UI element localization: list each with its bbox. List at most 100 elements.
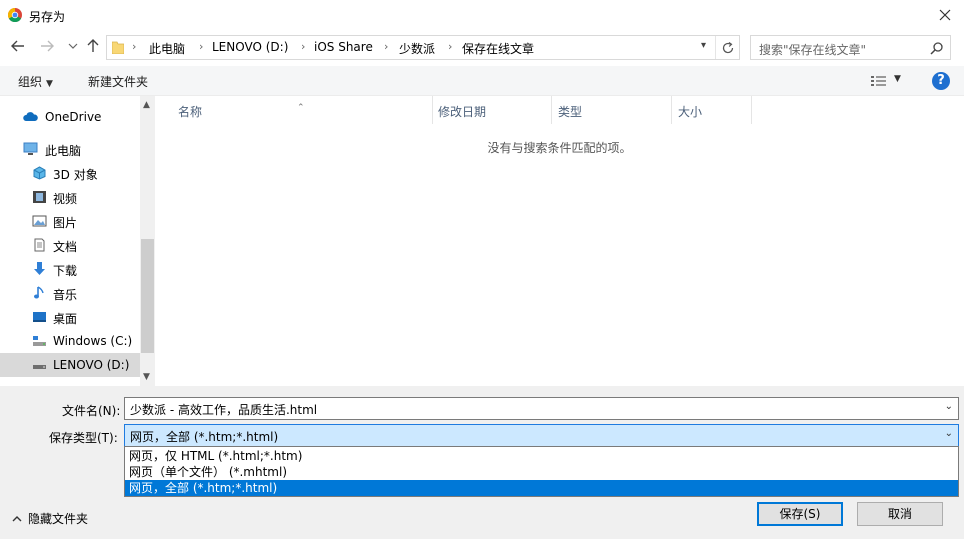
sidebar-item-3d-objects[interactable]: 3D 对象 bbox=[0, 161, 140, 185]
navigation-scrollbar[interactable]: ▲ ▼ bbox=[140, 96, 155, 386]
caret-down-icon: ▼ bbox=[894, 74, 901, 84]
file-list: ⌃ 名称 修改日期 类型 大小 没有与搜索条件匹配的项。 bbox=[155, 96, 964, 386]
filetype-value: 网页，全部 (*.htm;*.html) bbox=[130, 430, 279, 444]
column-modified[interactable]: 修改日期 bbox=[438, 103, 486, 120]
scroll-up-icon[interactable]: ▲ bbox=[143, 100, 150, 110]
chevron-down-icon[interactable]: ⌄ bbox=[945, 428, 953, 439]
document-icon bbox=[34, 238, 45, 252]
chevron-down-icon[interactable]: ⌄ bbox=[945, 401, 953, 412]
command-toolbar: 组织 ▼ 新建文件夹 ▼ ? bbox=[0, 66, 964, 96]
hide-folders-label: 隐藏文件夹 bbox=[28, 512, 89, 526]
back-button[interactable] bbox=[9, 38, 27, 56]
cube-icon bbox=[33, 166, 46, 180]
sidebar-item-music[interactable]: 音乐 bbox=[0, 281, 140, 305]
sidebar-item-label: 视频 bbox=[53, 192, 78, 206]
breadcrumb-drive-d[interactable]: LENOVO (D:) bbox=[212, 40, 288, 54]
organize-menu[interactable]: 组织 ▼ bbox=[18, 73, 53, 90]
column-divider[interactable] bbox=[551, 96, 552, 124]
breadcrumb-separator: › bbox=[448, 40, 453, 53]
filetype-select[interactable]: 网页，全部 (*.htm;*.html) ⌄ bbox=[124, 424, 959, 447]
arrow-right-icon bbox=[41, 40, 54, 52]
filetype-option-complete[interactable]: 网页，全部 (*.htm;*.html) bbox=[125, 480, 958, 496]
navigation-pane: OneDrive 此电脑 3D 对象 视频 图片 文档 下载 音乐 桌面 Win… bbox=[0, 96, 155, 386]
download-icon bbox=[34, 262, 45, 275]
sidebar-item-lenovo-d[interactable]: LENOVO (D:) bbox=[0, 353, 140, 377]
sidebar-item-windows-c[interactable]: Windows (C:) bbox=[0, 329, 140, 353]
hide-folders-toggle[interactable]: 隐藏文件夹 bbox=[12, 510, 88, 527]
up-button[interactable] bbox=[84, 38, 102, 56]
sidebar-item-pictures[interactable]: 图片 bbox=[0, 209, 140, 233]
column-divider[interactable] bbox=[432, 96, 433, 124]
drive-d-icon bbox=[33, 365, 46, 369]
title-bar: 另存为 bbox=[0, 0, 964, 30]
desktop-icon bbox=[33, 312, 46, 322]
save-button[interactable]: 保存(S) bbox=[757, 502, 843, 526]
scroll-down-icon[interactable]: ▼ bbox=[143, 372, 150, 382]
navigation-bar: › 此电脑 › LENOVO (D:) › iOS Share › 少数派 › … bbox=[0, 30, 964, 66]
column-divider[interactable] bbox=[671, 96, 672, 124]
breadcrumb-separator: › bbox=[384, 40, 389, 53]
music-icon bbox=[34, 286, 44, 299]
empty-message: 没有与搜索条件匹配的项。 bbox=[487, 141, 632, 155]
address-divider bbox=[715, 36, 716, 59]
picture-icon bbox=[32, 215, 47, 227]
breadcrumb-separator: › bbox=[199, 40, 204, 53]
sidebar-item-label: Windows (C:) bbox=[53, 334, 133, 348]
arrow-left-icon bbox=[11, 40, 24, 52]
search-input[interactable]: 搜索"保存在线文章" bbox=[750, 35, 951, 60]
search-icon bbox=[930, 42, 943, 55]
sidebar-item-label: 音乐 bbox=[53, 288, 78, 302]
search-placeholder: 搜索"保存在线文章" bbox=[759, 43, 867, 57]
help-button[interactable]: ? bbox=[932, 72, 950, 90]
folder-icon bbox=[112, 41, 124, 54]
address-bar[interactable]: › 此电脑 › LENOVO (D:) › iOS Share › 少数派 › … bbox=[106, 35, 740, 60]
filetype-option-html-only[interactable]: 网页，仅 HTML (*.html;*.htm) bbox=[125, 448, 958, 464]
sidebar-item-label: 下载 bbox=[53, 264, 78, 278]
arrow-up-icon bbox=[87, 39, 99, 52]
organize-label: 组织 bbox=[18, 75, 43, 89]
filename-value: 少数派 - 高效工作，品质生活.html bbox=[130, 403, 318, 417]
column-type[interactable]: 类型 bbox=[558, 103, 582, 120]
recent-locations-button[interactable] bbox=[64, 38, 82, 56]
filename-label: 文件名(N): bbox=[62, 404, 121, 418]
view-options-button[interactable]: ▼ bbox=[868, 72, 908, 90]
breadcrumb-separator: › bbox=[132, 40, 137, 53]
filetype-option-mhtml[interactable]: 网页（单个文件） (*.mhtml) bbox=[125, 464, 958, 480]
drive-c-icon bbox=[33, 336, 46, 346]
scrollbar-thumb[interactable] bbox=[141, 239, 154, 353]
column-headers: ⌃ 名称 修改日期 类型 大小 bbox=[155, 96, 964, 124]
chevron-up-icon bbox=[12, 516, 22, 522]
list-view-icon bbox=[871, 76, 886, 86]
breadcrumb-sspai[interactable]: 少数派 bbox=[399, 40, 435, 57]
breadcrumb-saved-articles[interactable]: 保存在线文章 bbox=[462, 40, 534, 57]
breadcrumb-ios-share[interactable]: iOS Share bbox=[314, 40, 373, 54]
new-folder-button[interactable]: 新建文件夹 bbox=[88, 73, 148, 90]
chrome-icon bbox=[8, 8, 22, 22]
filename-field[interactable]: 少数派 - 高效工作，品质生活.html ⌄ bbox=[124, 397, 959, 420]
column-name[interactable]: 名称 bbox=[178, 103, 202, 120]
sidebar-item-documents[interactable]: 文档 bbox=[0, 233, 140, 257]
window-title: 另存为 bbox=[29, 10, 66, 24]
filetype-dropdown-list: 网页，仅 HTML (*.html;*.htm) 网页（单个文件） (*.mht… bbox=[124, 446, 959, 497]
sidebar-item-desktop[interactable]: 桌面 bbox=[0, 305, 140, 329]
breadcrumb-this-pc[interactable]: 此电脑 bbox=[149, 40, 185, 57]
refresh-icon[interactable] bbox=[721, 41, 735, 55]
computer-icon bbox=[23, 142, 38, 155]
sidebar-item-label: LENOVO (D:) bbox=[53, 358, 130, 372]
sidebar-item-this-pc[interactable]: 此电脑 bbox=[0, 137, 140, 161]
column-divider[interactable] bbox=[751, 96, 752, 124]
breadcrumb-separator: › bbox=[301, 40, 306, 53]
video-icon bbox=[33, 191, 46, 203]
sidebar-item-downloads[interactable]: 下载 bbox=[0, 257, 140, 281]
sidebar-item-onedrive[interactable]: OneDrive bbox=[0, 105, 140, 129]
cancel-button[interactable]: 取消 bbox=[857, 502, 943, 526]
forward-button[interactable] bbox=[38, 38, 56, 56]
sidebar-item-label: 此电脑 bbox=[45, 144, 82, 158]
sidebar-item-label: 图片 bbox=[53, 216, 78, 230]
column-size[interactable]: 大小 bbox=[678, 103, 702, 120]
sidebar-item-videos[interactable]: 视频 bbox=[0, 185, 140, 209]
close-icon[interactable] bbox=[934, 4, 956, 26]
address-dropdown-icon[interactable]: ▾ bbox=[701, 40, 706, 51]
cloud-icon bbox=[23, 112, 38, 121]
sort-ascending-icon: ⌃ bbox=[297, 103, 305, 113]
